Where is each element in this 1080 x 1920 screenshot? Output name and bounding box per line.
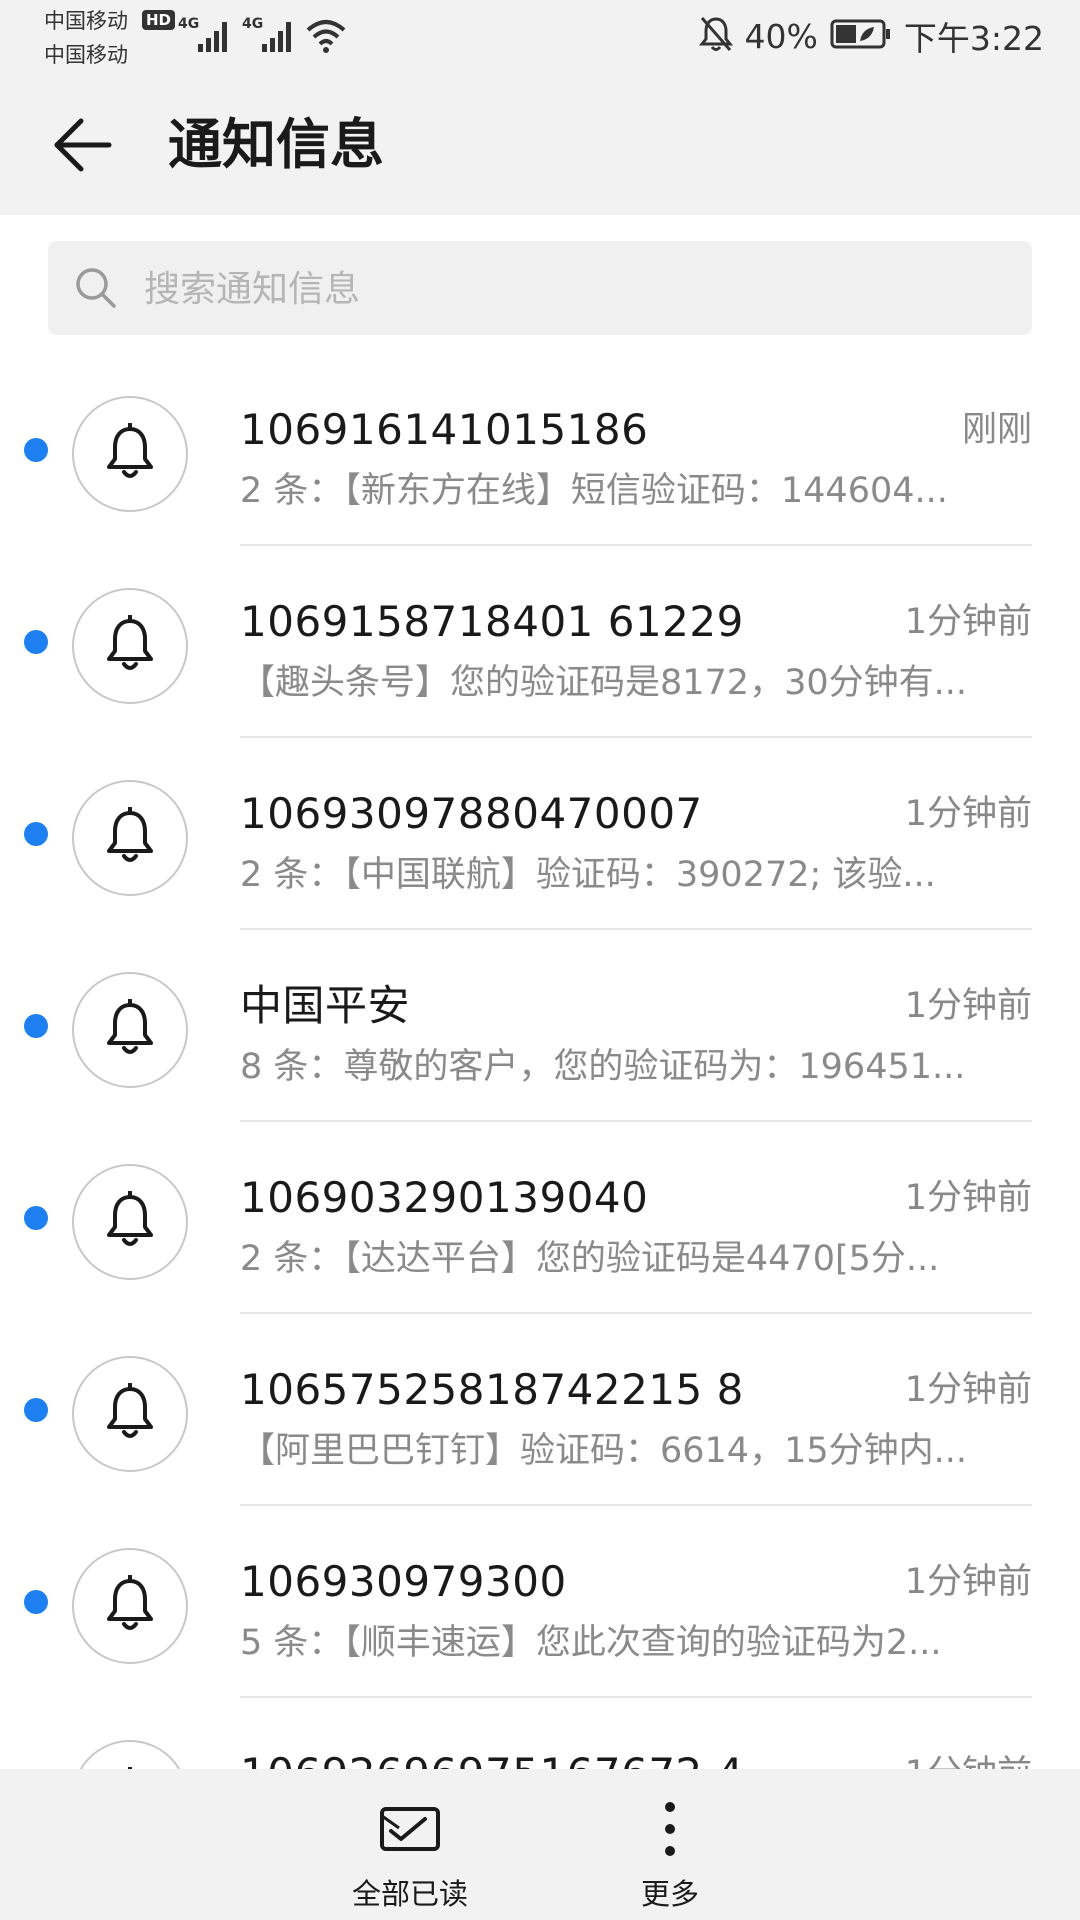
message-sender: 10692696975167672 4 — [240, 1746, 744, 1769]
message-preview: 2 条：【新东方在线】短信验证码：144604... — [240, 471, 948, 511]
message-sender: 106903290139040 — [240, 1173, 649, 1222]
message-time: 1分钟前 — [904, 794, 1032, 834]
unread-dot — [24, 1014, 48, 1038]
search-icon — [74, 266, 118, 310]
page-title: 通知信息 — [168, 113, 384, 176]
message-time: 1分钟前 — [904, 986, 1032, 1026]
search-input[interactable] — [142, 241, 1006, 337]
unread-dot — [24, 822, 48, 846]
avatar — [72, 1548, 188, 1664]
unread-dot — [24, 1398, 48, 1422]
message-time: 1分钟前 — [904, 1178, 1032, 1218]
message-time: 刚刚 — [961, 410, 1032, 450]
message-row[interactable]: 1069158718401 61229 1分钟前【趣头条号】您的验证码是8172，… — [0, 546, 1080, 738]
message-time: 1分钟前 — [904, 1562, 1032, 1602]
carrier-label-1: 中国移动 — [44, 9, 128, 33]
message-time: 1分钟前 — [904, 1370, 1032, 1410]
bell-icon — [104, 422, 156, 485]
more-label: 更多 — [640, 1877, 699, 1911]
message-row[interactable]: 106903290139040 1分钟前 2 条：【达达平台】您的验证码是4470[… — [0, 1122, 1080, 1314]
back-arrow-icon — [54, 118, 112, 172]
bell-icon — [104, 614, 156, 677]
bell-icon — [104, 806, 156, 869]
message-sender: 中国平安 — [240, 981, 411, 1030]
status-right-group: 40% 下午3:22 — [698, 14, 1044, 58]
battery-percent: 40% — [744, 16, 818, 56]
message-row[interactable]: 10657525818742215 8 1分钟前【阿里巴巴钉钉】验证码：6614，… — [0, 1314, 1080, 1506]
unread-dot — [24, 1590, 48, 1614]
mark-all-read-label: 全部已读 — [351, 1877, 468, 1911]
avatar — [72, 396, 188, 512]
bell-icon — [104, 998, 156, 1061]
avatar — [72, 1356, 188, 1472]
bell-icon — [104, 1382, 156, 1445]
avatar — [72, 780, 188, 896]
message-sender: 10657525818742215 8 — [240, 1365, 744, 1414]
message-sender: 106930979300 — [240, 1557, 567, 1606]
notification-list[interactable]: 106916141015186 刚刚 2 条：【新东方在线】短信验证码：144604… — [0, 354, 1080, 1769]
unread-dot — [24, 438, 48, 462]
signal-icon-2: 4G — [242, 14, 298, 60]
message-preview: 2 条：【中国联航】验证码：390272; 该验... — [240, 855, 936, 895]
network-type-2: 4G — [242, 16, 263, 32]
network-type-1: 4G — [178, 16, 199, 32]
mute-bell-icon — [698, 15, 733, 57]
hd-badge: HD — [142, 10, 176, 30]
back-button[interactable] — [50, 112, 116, 178]
message-row[interactable]: 中国平安 1分钟前 8 条：尊敬的客户，您的验证码为：196451... — [0, 930, 1080, 1122]
message-preview: 【阿里巴巴钉钉】验证码：6614，15分钟内... — [240, 1431, 967, 1471]
bottom-action-bar: 全部已读 更多 — [0, 1769, 1080, 1920]
message-preview: 5 条：【顺丰速运】您此次查询的验证码为2... — [240, 1623, 942, 1663]
bell-icon — [104, 1574, 156, 1637]
avatar — [72, 1740, 188, 1769]
unread-dot — [24, 630, 48, 654]
message-time: 1分钟前 — [905, 1748, 1032, 1769]
message-time: 1分钟前 — [904, 602, 1032, 642]
battery-icon — [830, 19, 892, 53]
status-bar: 中国移动 中国移动 HD 4G 4G 40% 下午3:22 — [0, 0, 1080, 72]
avatar — [72, 1164, 188, 1280]
avatar — [72, 972, 188, 1088]
message-sender: 106916141015186 — [240, 405, 649, 454]
mark-read-envelope-icon — [380, 1807, 440, 1851]
more-vertical-icon — [665, 1802, 675, 1856]
message-row[interactable]: 10692696975167672 4 1分钟前 — [0, 1698, 1080, 1769]
app-header: 通知信息 — [0, 72, 1080, 215]
signal-icon-1: 4G — [178, 14, 234, 60]
bell-icon — [104, 1190, 156, 1253]
mark-all-read-button[interactable]: 全部已读 — [330, 1769, 490, 1920]
avatar — [72, 588, 188, 704]
unread-dot — [24, 1206, 48, 1230]
message-sender: 10693097880470007 — [240, 789, 703, 838]
search-bar[interactable] — [48, 241, 1032, 337]
more-button[interactable]: 更多 — [590, 1769, 750, 1920]
wifi-icon — [304, 16, 348, 58]
message-preview: 2 条：【达达平台】您的验证码是4470[5分... — [240, 1239, 940, 1279]
message-row[interactable]: 106930979300 1分钟前 5 条：【顺丰速运】您此次查询的验证码为2... — [0, 1506, 1080, 1698]
carrier-label-2: 中国移动 — [44, 43, 128, 67]
clock: 下午3:22 — [903, 19, 1044, 58]
message-row[interactable]: 10693097880470007 1分钟前 2 条：【中国联航】验证码：39027… — [0, 738, 1080, 930]
message-sender: 1069158718401 61229 — [240, 597, 744, 646]
message-preview: 【趣头条号】您的验证码是8172，30分钟有... — [240, 663, 967, 703]
message-row[interactable]: 106916141015186 刚刚 2 条：【新东方在线】短信验证码：144604… — [0, 354, 1080, 546]
message-preview: 8 条：尊敬的客户，您的验证码为：196451... — [240, 1047, 966, 1087]
